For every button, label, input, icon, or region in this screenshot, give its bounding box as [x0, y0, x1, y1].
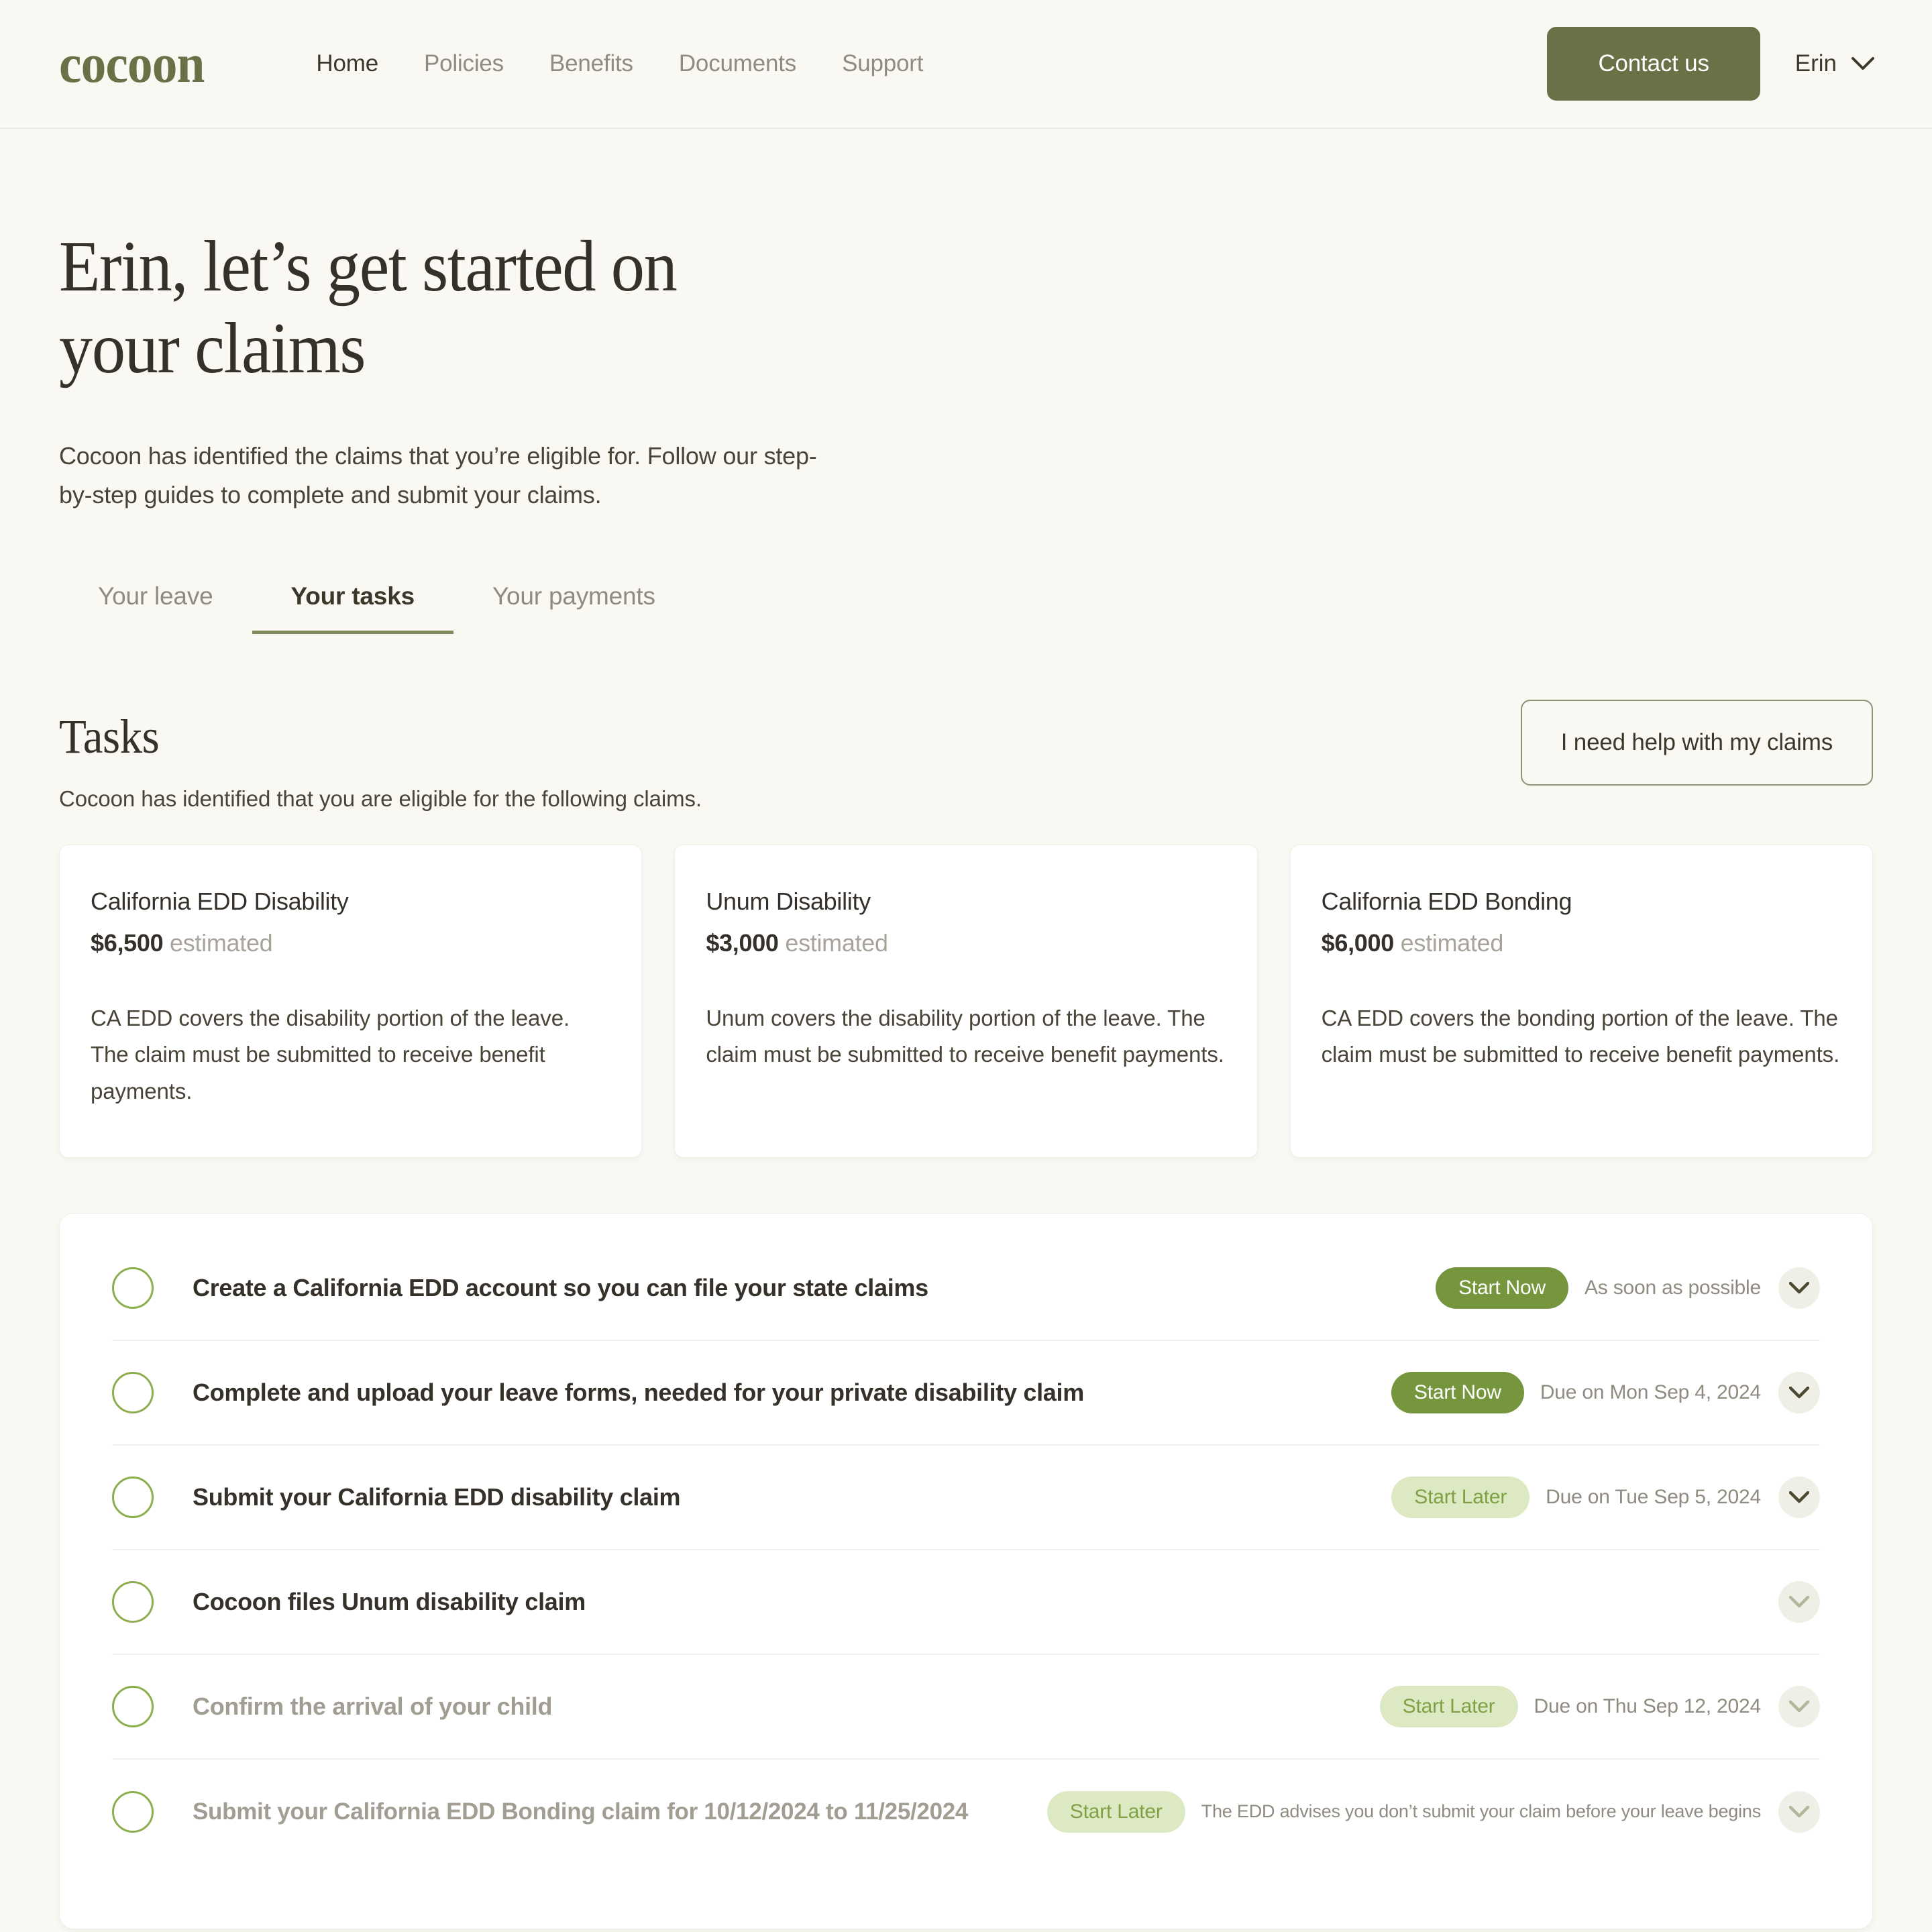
task-complete-checkbox[interactable]	[112, 1685, 154, 1727]
page-title: Erin, let’s get started on your claims	[59, 227, 678, 389]
task-due-text: Due on Thu Sep 12, 2024	[1534, 1695, 1762, 1717]
task-label: Submit your California EDD disability cl…	[193, 1483, 681, 1511]
claim-title: California EDD Bonding	[1321, 887, 1572, 915]
tab-bar: Your leave Your tasks Your payments	[59, 582, 1873, 634]
status-badge[interactable]: Start Now	[1391, 1371, 1524, 1413]
chevron-down-icon[interactable]	[1778, 1476, 1820, 1518]
chevron-down-icon[interactable]	[1778, 1371, 1820, 1413]
claim-amount-note: estimated	[785, 928, 888, 957]
status-badge[interactable]: Start Now	[1436, 1267, 1568, 1309]
task-row[interactable]: Complete and upload your leave forms, ne…	[112, 1341, 1820, 1446]
nav-item-home[interactable]: Home	[293, 50, 401, 77]
chevron-down-icon	[1851, 57, 1874, 70]
page-main: Erin, let’s get started on your claims C…	[0, 226, 1932, 1929]
tasks-subheading: Cocoon has identified that you are eligi…	[59, 786, 702, 811]
user-name-label: Erin	[1794, 50, 1837, 76]
claim-amount: $6,000	[1321, 928, 1395, 957]
task-row-actions	[1761, 1580, 1820, 1623]
chevron-down-icon[interactable]	[1778, 1790, 1820, 1833]
claim-description: CA EDD covers the bonding portion of the…	[1321, 1005, 1840, 1067]
status-badge[interactable]: Start Later	[1046, 1790, 1185, 1833]
help-with-claims-button[interactable]: I need help with my claims	[1520, 699, 1873, 786]
task-label: Confirm the arrival of your child	[193, 1692, 553, 1720]
task-list-panel: Create a California EDD account so you c…	[59, 1212, 1873, 1929]
chevron-down-icon[interactable]	[1778, 1685, 1820, 1727]
claim-amount-row: $6,500 estimated	[91, 929, 610, 957]
task-complete-checkbox[interactable]	[112, 1267, 154, 1309]
task-complete-checkbox[interactable]	[112, 1580, 154, 1623]
chevron-down-icon[interactable]	[1778, 1267, 1820, 1309]
claim-amount-row: $6,000 estimated	[1322, 929, 1841, 957]
nav-item-benefits[interactable]: Benefits	[527, 50, 656, 77]
claim-amount: $3,000	[706, 928, 779, 957]
tasks-heading: Tasks	[59, 709, 160, 763]
task-row[interactable]: Create a California EDD account so you c…	[112, 1236, 1820, 1341]
task-due-text: As soon as possible	[1584, 1276, 1761, 1299]
contact-us-button[interactable]: Contact us	[1547, 27, 1760, 101]
claim-title: California EDD Disability	[91, 887, 349, 915]
claim-description: Unum covers the disability portion of th…	[706, 1005, 1224, 1067]
claim-title: Unum Disability	[706, 887, 871, 915]
status-badge[interactable]: Start Later	[1391, 1476, 1530, 1518]
task-row-actions: Start Later Due on Thu Sep 12, 2024	[1379, 1685, 1820, 1727]
claim-card[interactable]: California EDD Bonding $6,000 estimated …	[1289, 844, 1873, 1158]
tab-your-leave[interactable]: Your leave	[59, 582, 252, 634]
task-complete-checkbox[interactable]	[112, 1790, 154, 1833]
claim-description: CA EDD covers the disability portion of …	[91, 1005, 570, 1104]
cocoon-logo[interactable]: cocoon	[59, 36, 205, 91]
tasks-section-header: Tasks Cocoon has identified that you are…	[59, 699, 1873, 816]
page-description: Cocoon has identified the claims that yo…	[59, 442, 817, 509]
task-row[interactable]: Cocoon files Unum disability claim	[112, 1550, 1820, 1655]
status-badge[interactable]: Start Later	[1379, 1685, 1518, 1727]
task-label: Cocoon files Unum disability claim	[193, 1587, 586, 1615]
task-row[interactable]: Submit your California EDD Bonding claim…	[112, 1760, 1820, 1864]
task-due-text: Due on Mon Sep 4, 2024	[1540, 1381, 1761, 1403]
claims-card-grid: California EDD Disability $6,500 estimat…	[59, 844, 1873, 1158]
task-due-text: Due on Tue Sep 5, 2024	[1546, 1485, 1761, 1508]
tab-your-payments[interactable]: Your payments	[453, 582, 694, 634]
task-label: Create a California EDD account so you c…	[193, 1273, 928, 1301]
claim-amount: $6,500	[91, 928, 164, 957]
task-row[interactable]: Submit your California EDD disability cl…	[112, 1446, 1820, 1550]
header-actions: Contact us Erin	[1547, 27, 1874, 101]
task-label: Submit your California EDD Bonding claim…	[193, 1798, 969, 1825]
task-row-actions: Start Later Due on Tue Sep 5, 2024	[1391, 1476, 1820, 1518]
claim-amount-note: estimated	[1400, 928, 1504, 957]
chevron-down-icon[interactable]	[1778, 1580, 1820, 1623]
claim-card[interactable]: California EDD Disability $6,500 estimat…	[59, 844, 643, 1158]
top-navigation-bar: cocoon Home Policies Benefits Documents …	[0, 0, 1932, 129]
main-nav: Home Policies Benefits Documents Support	[293, 50, 946, 77]
claim-amount-row: $3,000 estimated	[706, 929, 1226, 957]
task-row-actions: Start Now As soon as possible	[1436, 1267, 1820, 1309]
user-menu[interactable]: Erin	[1795, 50, 1874, 77]
task-label: Complete and upload your leave forms, ne…	[193, 1378, 1084, 1406]
task-row-actions: Start Now Due on Mon Sep 4, 2024	[1391, 1371, 1820, 1413]
task-complete-checkbox[interactable]	[112, 1476, 154, 1518]
nav-item-support[interactable]: Support	[819, 50, 946, 77]
claim-amount-note: estimated	[170, 928, 273, 957]
tab-your-tasks[interactable]: Your tasks	[252, 582, 453, 634]
task-complete-checkbox[interactable]	[112, 1371, 154, 1413]
nav-item-policies[interactable]: Policies	[401, 50, 527, 77]
task-row[interactable]: Confirm the arrival of your child Start …	[112, 1655, 1820, 1760]
nav-item-documents[interactable]: Documents	[656, 50, 819, 77]
claim-card[interactable]: Unum Disability $3,000 estimated Unum co…	[674, 844, 1258, 1158]
task-row-actions: Start Later The EDD advises you don’t su…	[1046, 1790, 1820, 1833]
task-due-text: The EDD advises you don’t submit your cl…	[1201, 1801, 1762, 1822]
